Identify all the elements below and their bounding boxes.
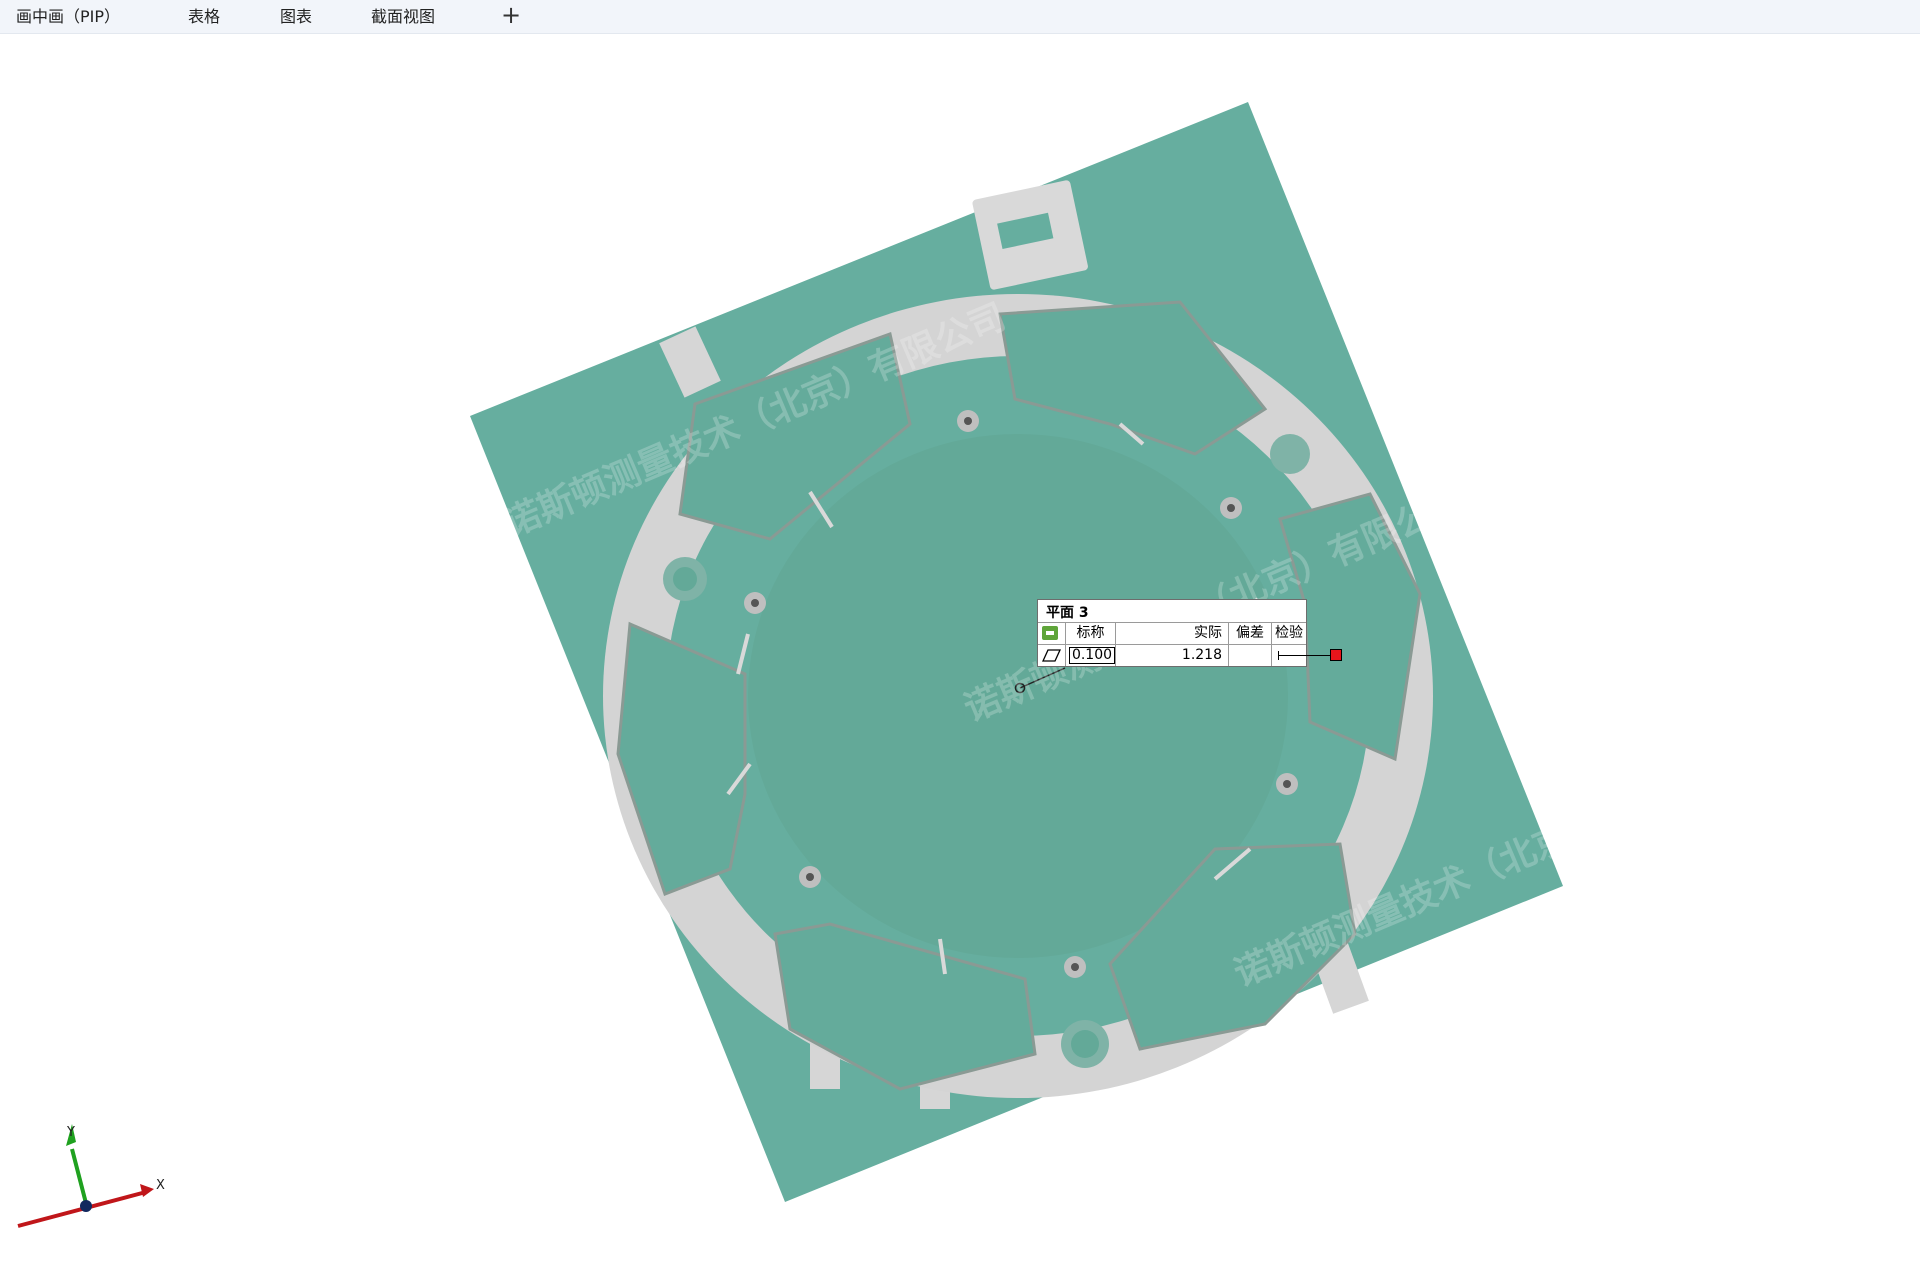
- 3d-viewport[interactable]: Y X 诺斯顿测量技术（北京）有限公司 诺斯顿测量技术（北京）有限公司 诺斯顿测…: [0, 34, 1920, 1280]
- scene-svg: Y X: [17, 102, 1563, 1228]
- check-bar: [1278, 651, 1332, 660]
- add-tab-button[interactable]: +: [500, 1, 522, 31]
- tab-bar: 画中画（PIP） 表格 图表 截面视图 +: [0, 0, 1920, 34]
- axis-x-label: X: [156, 1178, 165, 1193]
- header-nominal: 标称: [1066, 623, 1116, 644]
- label-status-cell: [1038, 623, 1066, 644]
- deviation-value: [1229, 645, 1272, 666]
- label-value-row: 0.100 1.218: [1038, 644, 1342, 666]
- header-actual: 实际: [1116, 623, 1229, 644]
- nominal-value: 0.100: [1069, 647, 1115, 664]
- header-check: 检验: [1275, 625, 1303, 641]
- flatness-annotation-label[interactable]: 平面 3 标称 实际 偏差 检验 0.100 1.218: [1037, 599, 1342, 667]
- nominal-cell: 0.100: [1066, 645, 1116, 666]
- axis-triad: Y X: [17, 1124, 165, 1228]
- label-header-row: 标称 实际 偏差 检验: [1038, 622, 1306, 644]
- status-ok-icon: [1042, 626, 1058, 640]
- check-cell: [1272, 645, 1342, 666]
- tab-section-view[interactable]: 截面视图: [371, 4, 435, 30]
- check-status-marker: [1330, 649, 1342, 661]
- flatness-icon: [1041, 649, 1062, 662]
- tab-chart[interactable]: 图表: [280, 4, 312, 30]
- label-title: 平面 3: [1046, 605, 1089, 621]
- tab-table[interactable]: 表格: [188, 4, 220, 30]
- header-deviation: 偏差: [1229, 623, 1272, 644]
- tab-pip[interactable]: 画中画（PIP）: [16, 4, 120, 30]
- actual-value: 1.218: [1116, 645, 1229, 666]
- axis-y-label: Y: [66, 1125, 75, 1140]
- flatness-cell: [1038, 645, 1066, 666]
